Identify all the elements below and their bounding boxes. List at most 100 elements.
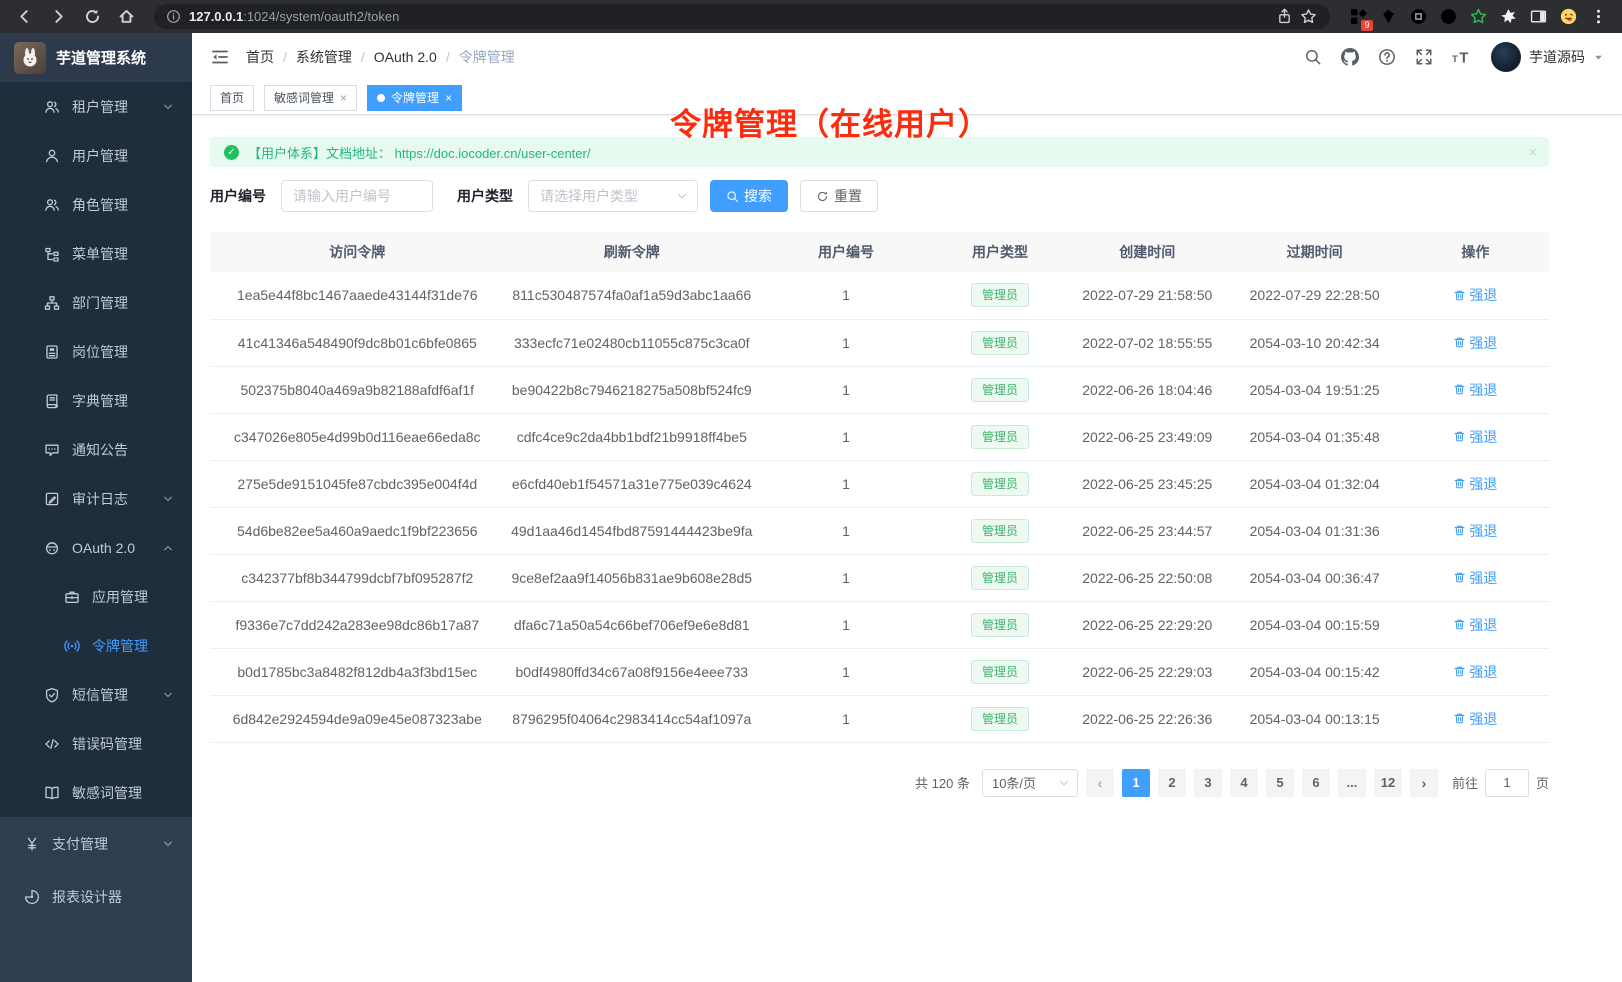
address-bar[interactable]: 127.0.0.1:1024/system/oauth2/token (154, 4, 1330, 29)
sidebar-item[interactable]: 部门管理 (0, 278, 192, 327)
extension-command-icon[interactable] (1408, 7, 1428, 27)
extension-gem-icon[interactable] (1378, 7, 1398, 27)
sidebar-item[interactable]: 审计日志 (0, 474, 192, 523)
force-logout-button[interactable]: 强退 (1453, 474, 1497, 494)
access-token-cell: 6d842e2924594de9a09e45e087323abe (210, 695, 505, 742)
browser-home-icon[interactable] (112, 3, 140, 31)
bookmark-star-icon[interactable] (1298, 7, 1318, 27)
extension-record-icon[interactable] (1438, 7, 1458, 27)
expire-time-cell: 2054-03-04 00:15:59 (1228, 601, 1402, 648)
sidebar-item[interactable]: 角色管理 (0, 180, 192, 229)
page-number-button[interactable]: 5 (1266, 769, 1294, 797)
collapse-sidebar-icon[interactable] (210, 47, 230, 67)
alert-text: 【用户体系】文档地址： https://doc.iocoder.cn/user-… (248, 143, 590, 162)
sidebar-item-label: 字典管理 (72, 391, 128, 411)
force-logout-button[interactable]: 强退 (1453, 380, 1497, 400)
force-logout-button[interactable]: 强退 (1453, 333, 1497, 353)
alert-doc-link[interactable]: https://doc.iocoder.cn/user-center/ (395, 146, 591, 161)
user-type-cell: 管理员 (933, 319, 1067, 366)
breadcrumb-item[interactable]: 系统管理 (296, 47, 352, 67)
action-cell: 强退 (1402, 601, 1549, 648)
sidebar-item[interactable]: 字典管理 (0, 376, 192, 425)
page-number-button[interactable]: 4 (1230, 769, 1258, 797)
sidebar-item[interactable]: 支付管理 (0, 817, 192, 870)
sidebar-item-label: 租户管理 (72, 97, 128, 117)
help-icon[interactable] (1376, 46, 1398, 68)
chevron-down-icon (162, 493, 174, 505)
created-time-cell: 2022-06-25 22:29:20 (1067, 601, 1228, 648)
close-tab-icon[interactable]: × (445, 92, 452, 104)
sidebar-item[interactable]: 通知公告 (0, 425, 192, 474)
page-number-button[interactable]: 3 (1194, 769, 1222, 797)
user-type-select[interactable]: 请选择用户类型 (528, 180, 698, 212)
breadcrumb-separator: / (446, 49, 450, 65)
app-logo-row[interactable]: 芋道管理系统 (0, 33, 192, 82)
page-number-button[interactable]: 2 (1158, 769, 1186, 797)
tag-view-tab[interactable]: 令牌管理× (367, 85, 462, 111)
search-button[interactable]: 搜索 (710, 180, 788, 212)
error-code-icon (44, 736, 60, 752)
page-number-button[interactable]: 1 (1122, 769, 1150, 797)
sidebar-item[interactable]: OAuth 2.0 (0, 523, 192, 572)
next-page-button[interactable]: › (1410, 769, 1438, 797)
fullscreen-icon[interactable] (1413, 46, 1435, 68)
prev-page-button[interactable]: ‹ (1086, 769, 1114, 797)
extension-pinwheel-icon[interactable] (1498, 7, 1518, 27)
sidebar-item[interactable]: 用户管理 (0, 131, 192, 180)
force-logout-button[interactable]: 强退 (1453, 285, 1497, 305)
browser-reload-icon[interactable] (78, 3, 106, 31)
sidebar-item[interactable]: 错误码管理 (0, 719, 192, 768)
table-row: b0d1785bc3a8482f812db4a3f3bd15ecb0df4980… (210, 648, 1549, 695)
close-tab-icon[interactable]: × (340, 92, 347, 104)
sidebar-item[interactable]: 菜单管理 (0, 229, 192, 278)
sidebar-item[interactable]: 令牌管理 (0, 621, 192, 670)
sidebar-item[interactable]: 租户管理 (0, 82, 192, 131)
force-logout-button[interactable]: 强退 (1453, 615, 1497, 635)
page-number-list: 123456...12 (1122, 769, 1402, 797)
tag-view-tab[interactable]: 敏感词管理× (264, 85, 357, 111)
sidebar-item[interactable]: 敏感词管理 (0, 768, 192, 817)
created-time-cell: 2022-06-25 23:44:57 (1067, 507, 1228, 554)
alert-close-icon[interactable]: × (1528, 144, 1537, 161)
table-row: c342377bf8b344799dcbf7bf095287f29ce8ef2a… (210, 554, 1549, 601)
force-logout-button[interactable]: 强退 (1453, 427, 1497, 447)
user-id-cell: 1 (759, 554, 933, 601)
page-number-button[interactable]: 6 (1302, 769, 1330, 797)
force-logout-button[interactable]: 强退 (1453, 568, 1497, 588)
sidebar-item[interactable]: 应用管理 (0, 572, 192, 621)
tag-view-tab[interactable]: 首页 (210, 85, 254, 111)
reset-button[interactable]: 重置 (800, 180, 878, 212)
sidebar-item[interactable]: 岗位管理 (0, 327, 192, 376)
id-badge-icon (44, 344, 60, 360)
sidebar-item[interactable]: 短信管理 (0, 670, 192, 719)
user-id-input[interactable] (281, 180, 433, 212)
side-panel-icon[interactable] (1528, 7, 1548, 27)
user-id-label: 用户编号 (210, 186, 266, 206)
breadcrumb-item[interactable]: OAuth 2.0 (374, 49, 437, 65)
force-logout-button[interactable]: 强退 (1453, 709, 1497, 729)
action-cell: 强退 (1402, 366, 1549, 413)
breadcrumb-item[interactable]: 首页 (246, 47, 274, 67)
sidebar-item-label: 应用管理 (92, 587, 148, 607)
user-type-cell: 管理员 (933, 413, 1067, 460)
goto-page-input[interactable] (1485, 769, 1529, 797)
browser-back-icon[interactable] (10, 3, 38, 31)
search-icon[interactable] (1302, 46, 1324, 68)
github-icon[interactable] (1339, 46, 1361, 68)
profile-avatar-emoji[interactable] (1558, 7, 1578, 27)
share-icon[interactable] (1274, 7, 1294, 27)
access-token-cell: 41c41346a548490f9dc8b01c6bfe0865 (210, 319, 505, 366)
sidebar-item[interactable]: 报表设计器 (0, 870, 192, 923)
page-number-button[interactable]: 12 (1374, 769, 1402, 797)
table-row: 41c41346a548490f9dc8b01c6bfe0865333ecfc7… (210, 319, 1549, 366)
page-size-select[interactable]: 10条/页 (982, 769, 1078, 797)
user-menu[interactable]: 芋道源码 (1491, 42, 1604, 72)
force-logout-button[interactable]: 强退 (1453, 662, 1497, 682)
extension-star-icon[interactable] (1468, 7, 1488, 27)
browser-menu-kebab-icon[interactable] (1588, 7, 1608, 27)
more-pages-button[interactable]: ... (1338, 769, 1366, 797)
force-logout-button[interactable]: 强退 (1453, 521, 1497, 541)
browser-forward-icon[interactable] (44, 3, 72, 31)
font-size-icon[interactable]: TT (1450, 46, 1472, 68)
extension-grid-icon[interactable]: 9 (1348, 7, 1368, 27)
